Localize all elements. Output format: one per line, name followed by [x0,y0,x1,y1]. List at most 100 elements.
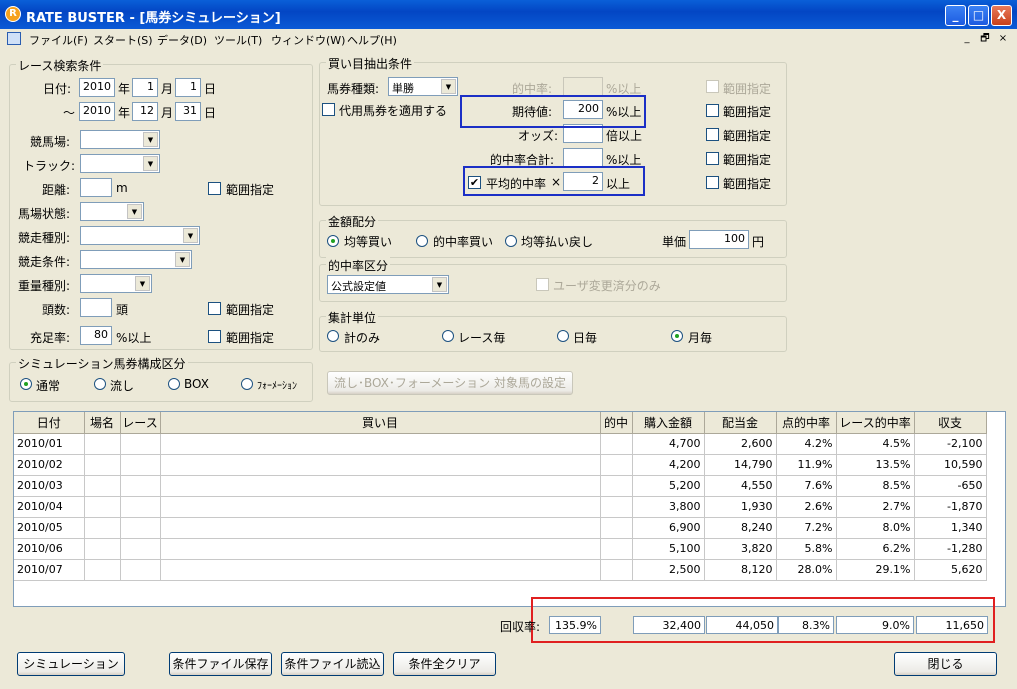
from-year-field[interactable]: 2010 [79,78,115,97]
from-month-field[interactable]: 1 [132,78,158,97]
menu-start[interactable]: スタート(S) [93,32,153,48]
menu-tools[interactable]: ツール(T) [214,32,262,48]
table-row[interactable]: 2010/04 3,800 1,930 2.6% 2.7% -1,870 [14,496,987,518]
cell-hit [600,433,633,455]
weight-type-select[interactable]: ▼ [80,274,152,293]
race-type-select[interactable]: ▼ [80,226,200,245]
table-row[interactable]: 2010/06 5,100 3,820 5.8% 6.2% -1,280 [14,538,987,560]
simulation-button[interactable]: シミュレーション [17,652,125,676]
cell-venue [84,433,121,455]
document-icon[interactable] [7,32,21,45]
close-window-button[interactable]: X [991,5,1012,26]
close-button[interactable]: 閉じる [894,652,997,676]
hit-kbn-select[interactable]: 公式設定値 ▼ [327,275,449,294]
condition-select[interactable]: ▼ [80,202,144,221]
sim-formation-label: ﾌｫｰﾒｰｼｮﾝ [257,381,297,392]
load-conditions-button[interactable]: 条件ファイル読込 [281,652,384,676]
ticket-type-select[interactable]: 単勝 ▼ [388,77,458,96]
to-day-field[interactable]: 31 [175,102,201,121]
menu-window[interactable]: ウィンドウ(W) [271,32,345,48]
col-venue[interactable]: 場名 [84,412,121,434]
cell-race-hit: 2.7% [836,496,915,518]
col-race-hit[interactable]: レース的中率 [836,412,915,434]
clear-conditions-button[interactable]: 条件全クリア [393,652,496,676]
cell-purchase: 6,900 [632,517,705,539]
agg-month-radio[interactable] [671,330,683,342]
save-conditions-button[interactable]: 条件ファイル保存 [169,652,272,676]
fill-rate-field[interactable]: 80 [80,326,112,345]
mdi-minimize-button[interactable]: _ [960,32,974,46]
venue-label: 競馬場: [30,135,71,149]
sim-normal-radio[interactable] [20,378,32,390]
results-grid[interactable]: 日付 場名 レース 買い目 的中 購入金額 配当金 点的中率 レース的中率 収支… [13,411,1006,607]
cell-race [120,475,161,497]
minimize-button[interactable]: _ [945,5,966,26]
sim-nagashi-radio[interactable] [94,378,106,390]
race-cond-select[interactable]: ▼ [80,250,192,269]
distance-label: 距離: [42,183,71,197]
cell-purchase: 3,800 [632,496,705,518]
agg-race-radio[interactable] [442,330,454,342]
chevron-down-icon: ▼ [127,204,142,219]
fill-range-label: 範囲指定 [226,331,275,345]
col-purchase[interactable]: 購入金額 [632,412,705,434]
cell-bets [160,454,601,476]
col-balance[interactable]: 収支 [914,412,987,434]
unit-price-field[interactable]: 100 [689,230,749,249]
sim-formation-radio[interactable] [241,378,253,390]
menu-help[interactable]: ヘルプ(H) [347,32,397,48]
substitute-checkbox[interactable] [322,103,335,116]
money-equal-radio[interactable] [327,235,339,247]
track-select[interactable]: ▼ [80,154,160,173]
col-hit[interactable]: 的中 [600,412,633,434]
col-date[interactable]: 日付 [14,412,85,434]
to-year-field[interactable]: 2010 [79,102,115,121]
heads-field[interactable] [80,298,112,317]
expected-range-checkbox[interactable] [706,104,719,117]
table-row[interactable]: 2010/05 6,900 8,240 7.2% 8.0% 1,340 [14,517,987,539]
app-logo-icon: R [5,6,21,22]
money-hitrate-radio[interactable] [416,235,428,247]
distance-field[interactable] [80,178,112,197]
heads-range-checkbox[interactable] [208,302,221,315]
cell-race [120,559,161,581]
menu-file[interactable]: ファイル(F) [29,32,88,48]
mdi-close-button[interactable]: × [996,32,1010,46]
title-bar[interactable]: R RATE BUSTER - [馬券シミュレーション] _ □ X [0,0,1017,29]
agg-day-radio[interactable] [557,330,569,342]
agg-total-radio[interactable] [327,330,339,342]
cell-race [120,538,161,560]
cell-race [120,496,161,518]
hit-total-range-checkbox[interactable] [706,152,719,165]
venue-select[interactable]: ▼ [80,130,160,149]
table-row[interactable]: 2010/03 5,200 4,550 7.6% 8.5% -650 [14,475,987,497]
hit-total-range-label: 範囲指定 [723,153,772,167]
condition-label: 馬場状態: [18,207,71,221]
col-bets[interactable]: 買い目 [160,412,601,434]
menu-bar: ファイル(F) スタート(S) データ(D) ツール(T) ウィンドウ(W) ヘ… [0,29,1017,49]
table-row[interactable]: 2010/07 2,500 8,120 28.0% 29.1% 5,620 [14,559,987,581]
from-day-field[interactable]: 1 [175,78,201,97]
col-race[interactable]: レース [120,412,161,434]
cell-date: 2010/04 [14,496,85,518]
hit-total-field[interactable] [563,148,603,167]
col-point-hit[interactable]: 点的中率 [776,412,837,434]
nagashi-settings-button[interactable]: 流し･BOX･フォーメーション 対象馬の設定 [327,371,573,395]
menu-data[interactable]: データ(D) [157,32,207,48]
odds-range-checkbox[interactable] [706,128,719,141]
table-row[interactable]: 2010/01 4,700 2,600 4.2% 4.5% -2,100 [14,433,987,455]
cell-balance: 5,620 [914,559,987,581]
col-payout[interactable]: 配当金 [704,412,777,434]
money-payout-radio[interactable] [505,235,517,247]
race-type-label: 競走種別: [18,231,71,245]
cell-bets [160,538,601,560]
fill-range-checkbox[interactable] [208,330,221,343]
sim-box-radio[interactable] [168,378,180,390]
avg-hit-range-checkbox[interactable] [706,176,719,189]
table-row[interactable]: 2010/02 4,200 14,790 11.9% 13.5% 10,590 [14,454,987,476]
to-month-field[interactable]: 12 [132,102,158,121]
cell-payout: 2,600 [704,433,777,455]
maximize-button[interactable]: □ [968,5,989,26]
distance-range-checkbox[interactable] [208,182,221,195]
mdi-restore-button[interactable]: 🗗 [978,32,992,46]
